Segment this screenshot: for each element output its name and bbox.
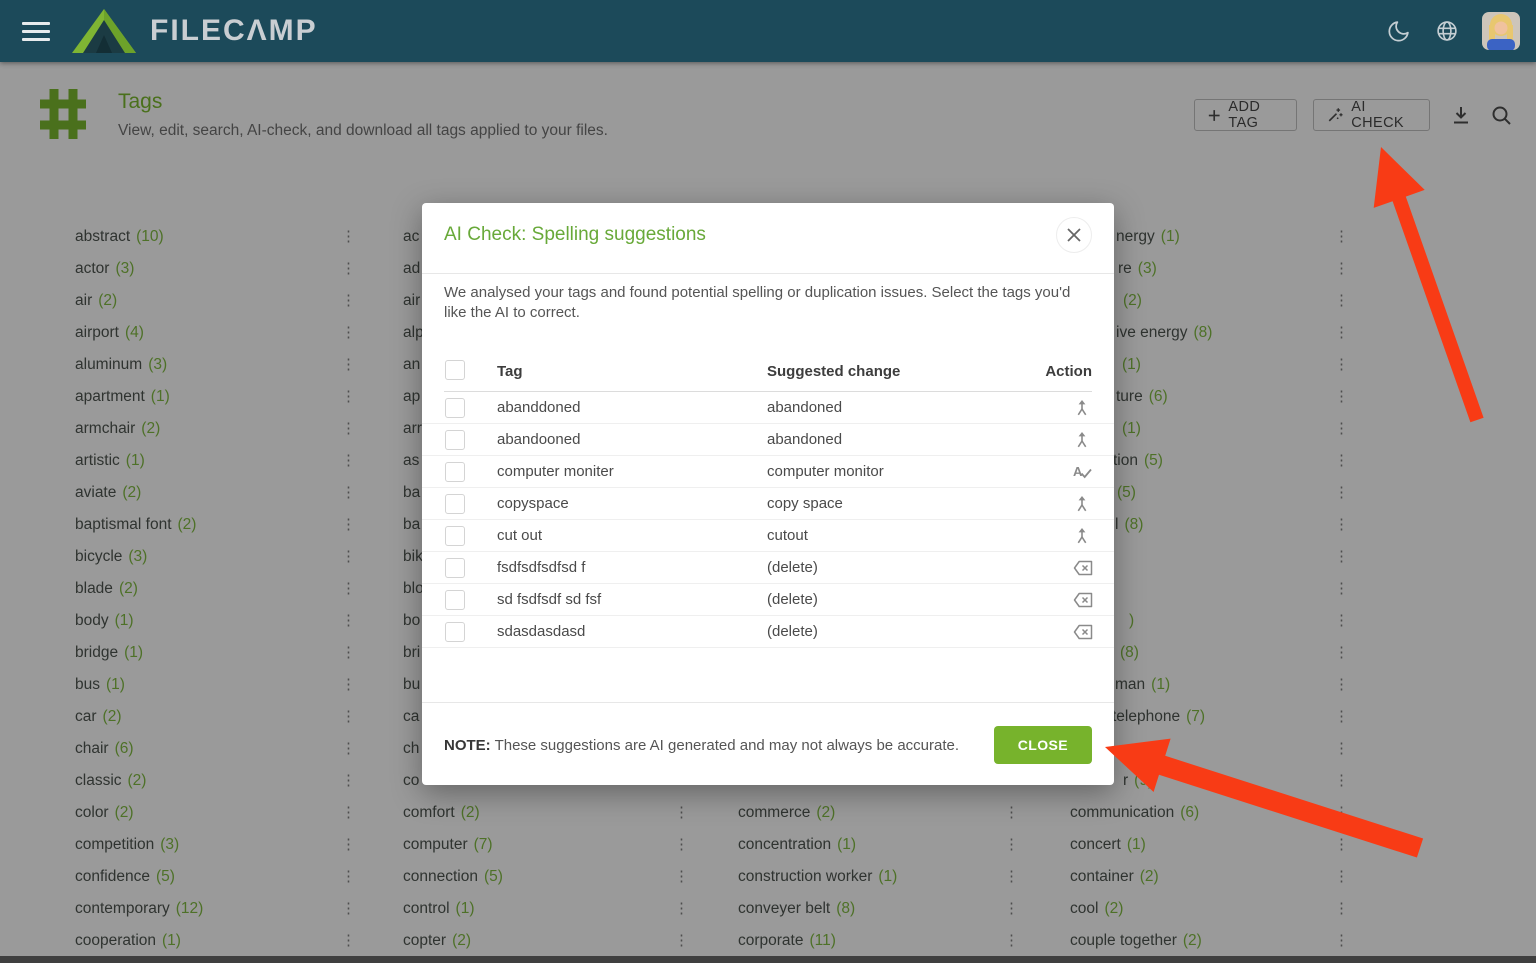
suggestion-row: copyspace copy space: [422, 488, 1114, 520]
brand-name: FILECΛMP: [150, 14, 318, 48]
row-suggested-change: (delete): [767, 584, 818, 616]
suggestion-row: fsdfsdfsdfsd f (delete): [422, 552, 1114, 584]
close-button[interactable]: CLOSE: [994, 726, 1092, 764]
row-suggested-change: (delete): [767, 552, 818, 584]
suggestion-row: abandooned abandoned: [422, 424, 1114, 456]
row-checkbox[interactable]: [445, 398, 465, 418]
top-navbar: FILECΛMP: [0, 0, 1536, 62]
row-tag: abanddoned: [497, 392, 580, 424]
delete-backspace-icon[interactable]: [1072, 590, 1092, 610]
row-suggested-change: abandoned: [767, 424, 842, 456]
row-checkbox[interactable]: [445, 462, 465, 482]
modal-close-icon[interactable]: [1056, 217, 1092, 253]
modal-note: NOTE: These suggestions are AI generated…: [444, 737, 959, 754]
select-all-checkbox[interactable]: [445, 360, 465, 380]
row-tag: cut out: [497, 520, 542, 552]
row-tag: sd fsdfsdf sd fsf: [497, 584, 601, 616]
row-checkbox[interactable]: [445, 430, 465, 450]
tent-logo-icon: [72, 9, 136, 53]
suggestion-row: sdasdasdasd (delete): [422, 616, 1114, 648]
language-globe-icon[interactable]: [1434, 18, 1460, 44]
modal-footer-divider: [422, 702, 1114, 703]
suggestions-table: abanddonedabandonedabandoonedabandonedco…: [422, 392, 1114, 648]
dark-mode-moon-icon[interactable]: [1386, 18, 1412, 44]
ai-check-modal: AI Check: Spelling suggestions We analys…: [422, 203, 1114, 785]
column-header-action: Action: [1045, 363, 1092, 380]
row-suggested-change: cutout: [767, 520, 808, 552]
modal-title: AI Check: Spelling suggestions: [444, 224, 706, 246]
row-suggested-change: (delete): [767, 616, 818, 648]
hamburger-menu-icon[interactable]: [22, 17, 52, 45]
note-label: NOTE:: [444, 737, 491, 754]
row-tag: computer moniter: [497, 456, 614, 488]
brand-logo[interactable]: FILECΛMP: [72, 9, 318, 53]
delete-backspace-icon[interactable]: [1072, 622, 1092, 642]
row-tag: abandooned: [497, 424, 580, 456]
note-text: These suggestions are AI generated and m…: [491, 737, 959, 754]
row-tag: sdasdasdasd: [497, 616, 585, 648]
column-header-suggested: Suggested change: [767, 363, 900, 380]
row-checkbox[interactable]: [445, 590, 465, 610]
row-tag: fsdfsdfsdfsd f: [497, 552, 585, 584]
merge-icon[interactable]: [1072, 398, 1092, 418]
suggestion-row: computer moniter computer monitor A: [422, 456, 1114, 488]
row-checkbox[interactable]: [445, 622, 465, 642]
merge-icon[interactable]: [1072, 526, 1092, 546]
row-checkbox[interactable]: [445, 494, 465, 514]
row-suggested-change: abandoned: [767, 392, 842, 424]
suggestion-row: abanddoned abandoned: [422, 392, 1114, 424]
bottom-edge: [0, 956, 1536, 963]
merge-icon[interactable]: [1072, 430, 1092, 450]
row-checkbox[interactable]: [445, 558, 465, 578]
suggestion-row: cut out cutout: [422, 520, 1114, 552]
user-avatar[interactable]: [1482, 12, 1520, 50]
spellcheck-icon[interactable]: A: [1072, 462, 1092, 482]
row-suggested-change: copy space: [767, 488, 843, 520]
suggestion-row: sd fsdfsdf sd fsf (delete): [422, 584, 1114, 616]
svg-text:A: A: [1073, 464, 1083, 479]
row-suggested-change: computer monitor: [767, 456, 884, 488]
row-checkbox[interactable]: [445, 526, 465, 546]
modal-header-divider: [422, 273, 1114, 274]
column-header-tag: Tag: [497, 363, 523, 380]
row-tag: copyspace: [497, 488, 569, 520]
modal-description: We analysed your tags and found potentia…: [444, 283, 1096, 323]
merge-icon[interactable]: [1072, 494, 1092, 514]
delete-backspace-icon[interactable]: [1072, 558, 1092, 578]
